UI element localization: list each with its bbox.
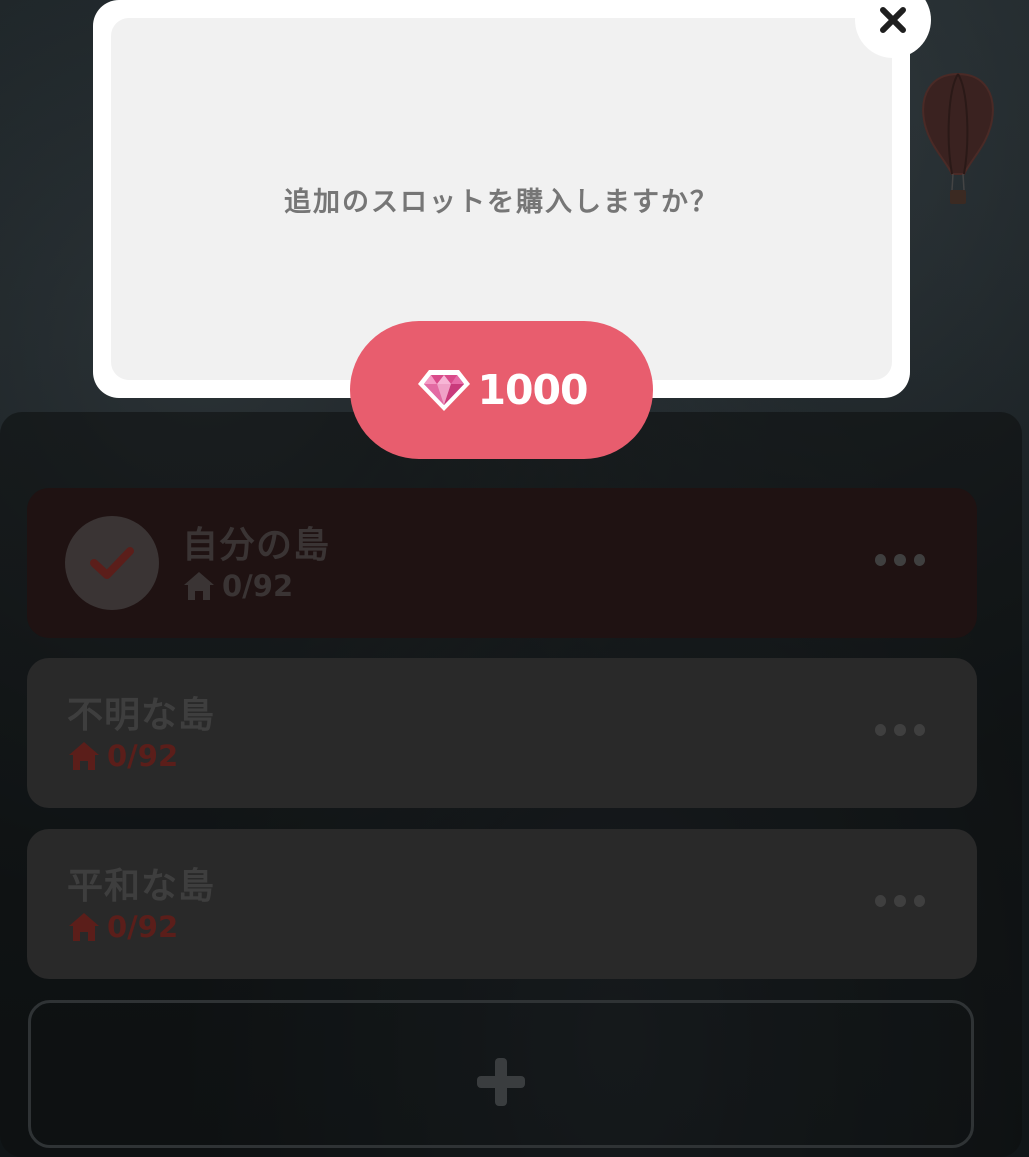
island-slot-1[interactable]: 自分の島 0/92 (27, 488, 977, 638)
slot-count-value: 0/92 (222, 569, 294, 603)
slot-menu-icon[interactable] (875, 895, 925, 911)
plus-icon (477, 1058, 525, 1106)
house-icon (69, 913, 99, 941)
house-icon (184, 572, 214, 600)
slot-menu-icon[interactable] (875, 554, 925, 570)
slot-menu-icon[interactable] (875, 724, 925, 740)
slot-name: 不明な島 (67, 695, 216, 736)
close-icon (880, 7, 906, 33)
slot-house-count: 0/92 (182, 568, 293, 604)
price-label: 1000 (477, 366, 588, 414)
slot-house-count: 0/92 (67, 909, 178, 945)
slot-name: 自分の島 (182, 525, 331, 566)
island-slot-3[interactable]: 平和な島 0/92 (27, 829, 977, 979)
selected-check-icon (65, 516, 159, 610)
buy-slot-button[interactable]: 1000 (350, 321, 653, 459)
slot-count-value: 0/92 (107, 910, 179, 944)
island-slot-2[interactable]: 不明な島 0/92 (27, 658, 977, 808)
slot-house-count: 0/92 (67, 738, 178, 774)
gem-icon (418, 370, 471, 411)
house-icon (69, 742, 99, 770)
slot-name: 平和な島 (67, 866, 216, 907)
dialog-message: 追加のスロットを購入しますか？ (284, 187, 719, 218)
slot-count-value: 0/92 (107, 739, 179, 773)
hot-air-balloon-icon (922, 72, 994, 204)
